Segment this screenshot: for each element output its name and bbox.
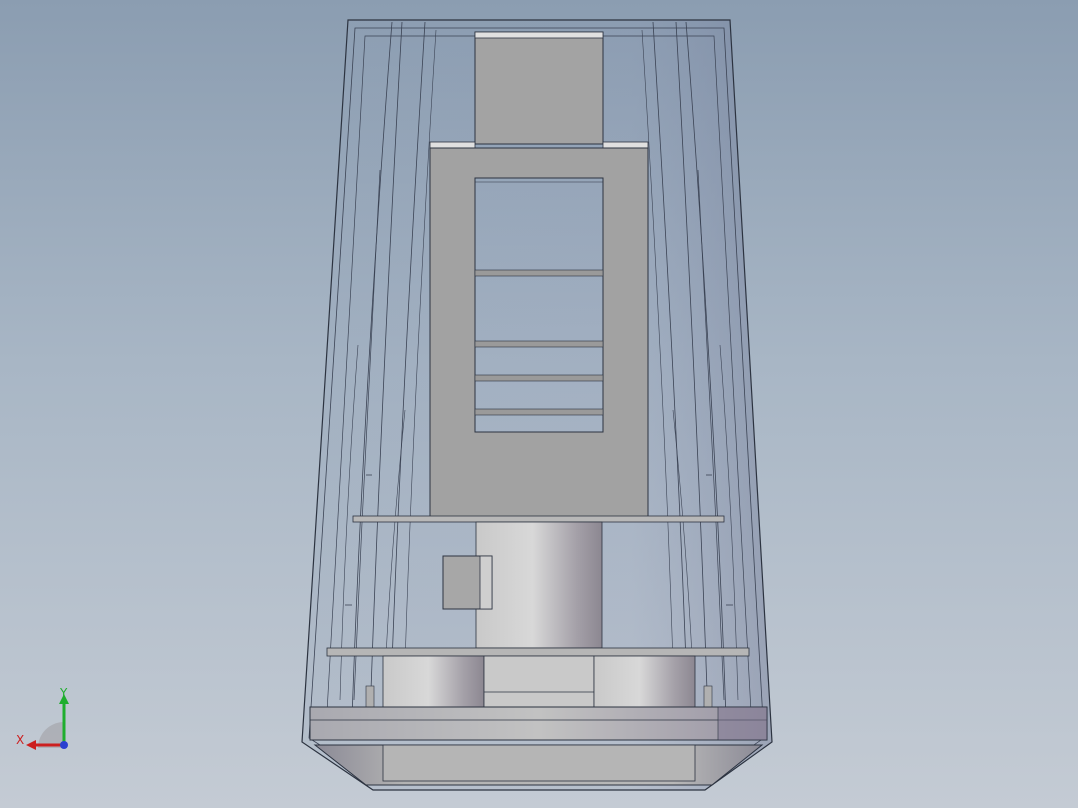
base-foot[interactable]: [313, 744, 764, 786]
lower-shelf[interactable]: [326, 647, 750, 657]
central-cylinder[interactable]: [475, 521, 603, 649]
x-axis-label: X: [16, 733, 24, 747]
cad-model[interactable]: [0, 0, 1078, 808]
y-axis-label: Y: [59, 686, 68, 700]
side-block[interactable]: [442, 555, 493, 610]
base-plate[interactable]: [309, 706, 768, 741]
graphics-viewport[interactable]: Y X: [0, 0, 1078, 808]
z-axis-dot: [60, 741, 68, 749]
lower-cylinders[interactable]: [365, 655, 713, 709]
axis-triad: Y X: [10, 684, 80, 754]
upper-shelf[interactable]: [352, 515, 725, 523]
